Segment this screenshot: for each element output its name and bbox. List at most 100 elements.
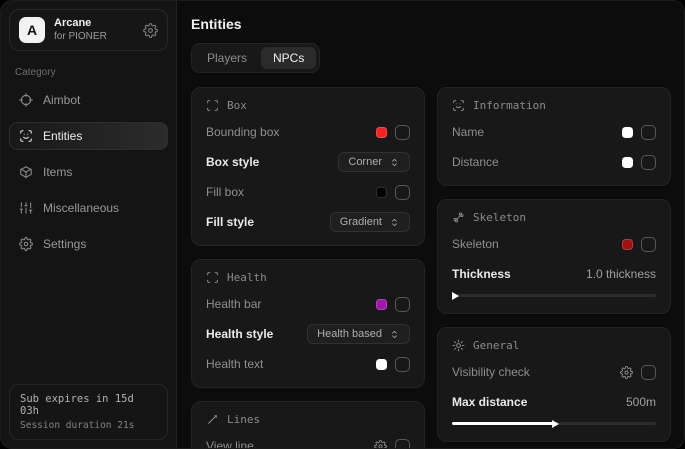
card-title: Health	[227, 271, 267, 284]
gear-icon[interactable]	[374, 440, 387, 449]
bone-icon	[452, 211, 465, 224]
setting-label: Fill box	[206, 185, 244, 199]
setting-label: Fill style	[206, 215, 254, 229]
setting-row: View line	[206, 436, 410, 448]
scan-face-icon	[19, 129, 33, 143]
slider-track	[452, 294, 656, 297]
setting-label: Visibility check	[452, 365, 530, 379]
setting-row: Health bar	[206, 294, 410, 314]
chevrons-up-down-icon	[389, 329, 400, 340]
setting-label: Health style	[206, 327, 273, 341]
sidebar: A Arcane for PIONER Category Aimbot Enti…	[1, 1, 177, 448]
setting-label: Skeleton	[452, 237, 499, 251]
tab-npcs[interactable]: NPCs	[261, 47, 316, 69]
sun-icon	[452, 339, 465, 352]
fill-style-dropdown[interactable]: Gradient	[330, 212, 410, 232]
setting-row: Health text	[206, 354, 410, 374]
setting-label: Health text	[206, 357, 263, 371]
card-lines: Lines View line Line to enemy	[191, 401, 425, 448]
checkbox[interactable]	[395, 185, 410, 200]
setting-row: Max distance 500m	[452, 392, 656, 412]
setting-label: Bounding box	[206, 125, 279, 139]
sidebar-item-aimbot[interactable]: Aimbot	[9, 86, 168, 114]
sidebar-item-label: Aimbot	[43, 93, 80, 107]
slider-thumb[interactable]	[452, 292, 459, 300]
setting-label: View line	[206, 439, 254, 448]
page-title: Entities	[191, 16, 671, 32]
app-logo: A	[19, 17, 45, 43]
sidebar-item-settings[interactable]: Settings	[9, 230, 168, 258]
checkbox[interactable]	[641, 125, 656, 140]
color-swatch[interactable]	[376, 127, 387, 138]
dropdown-value: Corner	[348, 156, 382, 168]
gear-icon	[19, 237, 33, 251]
setting-row: Box style Corner	[206, 152, 410, 172]
setting-row: Distance	[452, 152, 656, 172]
color-swatch[interactable]	[622, 157, 633, 168]
gear-icon[interactable]	[620, 366, 633, 379]
color-swatch[interactable]	[376, 187, 387, 198]
sidebar-item-entities[interactable]: Entities	[9, 122, 168, 150]
session-duration-text: Session duration 21s	[20, 420, 157, 431]
sidebar-item-items[interactable]: Items	[9, 158, 168, 186]
thickness-slider[interactable]	[452, 291, 656, 300]
card-title: Skeleton	[473, 211, 526, 224]
card-title: General	[473, 339, 519, 352]
card-information: Information Name Distance	[437, 87, 671, 186]
checkbox[interactable]	[641, 365, 656, 380]
setting-row: Bounding box	[206, 122, 410, 142]
sidebar-item-label: Items	[43, 165, 72, 179]
box-style-dropdown[interactable]: Corner	[338, 152, 410, 172]
card-title: Lines	[227, 413, 260, 426]
slider-fill	[452, 422, 554, 425]
color-swatch[interactable]	[622, 127, 633, 138]
subscription-info: Sub expires in 15d 03h Session duration …	[9, 384, 168, 440]
checkbox[interactable]	[395, 297, 410, 312]
setting-label: Max distance	[452, 395, 527, 409]
slider-thumb[interactable]	[552, 420, 559, 428]
checkbox[interactable]	[395, 357, 410, 372]
setting-row: Skeleton	[452, 234, 656, 254]
max-distance-slider[interactable]	[452, 419, 656, 428]
category-label: Category	[15, 67, 162, 78]
setting-label: Distance	[452, 155, 499, 169]
chevrons-up-down-icon	[389, 217, 400, 228]
brand-header: A Arcane for PIONER	[9, 9, 168, 51]
health-style-dropdown[interactable]: Health based	[307, 324, 410, 344]
checkbox[interactable]	[395, 439, 410, 449]
sidebar-item-label: Miscellaneous	[43, 201, 119, 215]
tab-bar: Players NPCs	[191, 43, 320, 73]
sidebar-item-label: Entities	[43, 129, 82, 143]
setting-label: Box style	[206, 155, 259, 169]
brackets-icon	[206, 271, 219, 284]
color-swatch[interactable]	[622, 239, 633, 250]
setting-label: Thickness	[452, 267, 511, 281]
card-general: General Visibility check Max distance 50…	[437, 327, 671, 442]
dropdown-value: Gradient	[340, 216, 382, 228]
color-swatch[interactable]	[376, 359, 387, 370]
crosshair-icon	[19, 93, 33, 107]
main-content: Entities Players NPCs Box Bounding box	[177, 1, 684, 448]
chevrons-up-down-icon	[389, 157, 400, 168]
sidebar-item-miscellaneous[interactable]: Miscellaneous	[9, 194, 168, 222]
card-title: Box	[227, 99, 247, 112]
setting-row: Fill style Gradient	[206, 212, 410, 232]
tab-players[interactable]: Players	[195, 47, 259, 69]
card-skeleton: Skeleton Skeleton Thickness 1.0 thicknes…	[437, 199, 671, 314]
slider-value: 1.0 thickness	[586, 267, 656, 281]
setting-label: Name	[452, 125, 484, 139]
checkbox[interactable]	[641, 237, 656, 252]
app-window: A Arcane for PIONER Category Aimbot Enti…	[0, 0, 685, 449]
app-subtitle: for PIONER	[54, 31, 107, 44]
checkbox[interactable]	[395, 125, 410, 140]
sliders-icon	[19, 201, 33, 215]
scan-face-icon	[452, 99, 465, 112]
diagonal-line-icon	[206, 413, 219, 426]
gear-icon[interactable]	[143, 23, 158, 38]
color-swatch[interactable]	[376, 299, 387, 310]
setting-row: Health style Health based	[206, 324, 410, 344]
box-icon	[19, 165, 33, 179]
checkbox[interactable]	[641, 155, 656, 170]
app-name: Arcane	[54, 17, 107, 31]
setting-label: Health bar	[206, 297, 261, 311]
